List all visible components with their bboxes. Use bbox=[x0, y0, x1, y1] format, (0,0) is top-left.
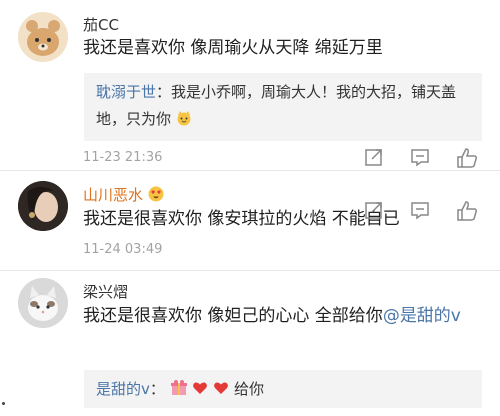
reply-text: ： bbox=[149, 380, 165, 398]
comment-text: 我还是喜欢你 像周瑜火从天降 绵延万里 bbox=[83, 38, 383, 58]
comment-text: 我还是很喜欢你 像妲己的心心 全部给你@是甜的v bbox=[83, 306, 461, 326]
avatar[interactable] bbox=[18, 181, 68, 231]
mention-link[interactable]: @是甜的v bbox=[383, 306, 461, 326]
like-icon[interactable] bbox=[456, 200, 478, 222]
comment-item: 茄CC 我还是喜欢你 像周瑜火从天降 绵延万里 耽溺于世：我是小乔啊，周瑜大人！… bbox=[0, 0, 500, 171]
divider bbox=[0, 270, 500, 271]
reply-username[interactable]: 是甜的v bbox=[96, 380, 150, 398]
timestamp: 11-23 21:36 bbox=[83, 150, 163, 165]
comment-icon[interactable] bbox=[410, 200, 432, 222]
cat-emoji-icon bbox=[176, 108, 192, 126]
heart-eyes-emoji-icon bbox=[148, 186, 164, 202]
heart-icon bbox=[192, 378, 208, 394]
avatar[interactable] bbox=[18, 278, 68, 328]
reply-tail-text: 给你 bbox=[234, 380, 265, 398]
heart-icon bbox=[213, 378, 229, 394]
gift-sticker-icon bbox=[170, 379, 188, 397]
reply-username[interactable]: 耽溺于世 bbox=[96, 83, 156, 101]
avatar[interactable] bbox=[18, 12, 68, 62]
reply-box[interactable]: 耽溺于世：我是小乔啊，周瑜大人！我的大招，铺天盖地，只为你 bbox=[84, 73, 482, 141]
username[interactable]: 梁兴熠 bbox=[83, 281, 128, 302]
comment-actions bbox=[364, 200, 484, 222]
corner-dot bbox=[2, 402, 5, 405]
comment-item: 梁兴熠 我还是很喜欢你 像妲己的心心 全部给你@是甜的v 是甜的v： 给你 bbox=[0, 272, 500, 416]
comment-item: 山川恶水 我还是很喜欢你 像安琪拉的火焰 不能自已 11-24 03:49 bbox=[0, 171, 500, 271]
share-icon[interactable] bbox=[364, 147, 386, 169]
comment-text: 我还是很喜欢你 像安琪拉的火焰 不能自已 bbox=[83, 209, 400, 229]
username[interactable]: 茄CC bbox=[83, 14, 119, 35]
comment-actions bbox=[364, 147, 484, 169]
comment-icon[interactable] bbox=[410, 147, 432, 169]
reply-box[interactable]: 是甜的v： 给你 bbox=[84, 370, 482, 408]
timestamp: 11-24 03:49 bbox=[83, 242, 163, 257]
username[interactable]: 山川恶水 bbox=[83, 184, 164, 205]
like-icon[interactable] bbox=[456, 147, 478, 169]
share-icon[interactable] bbox=[364, 200, 386, 222]
